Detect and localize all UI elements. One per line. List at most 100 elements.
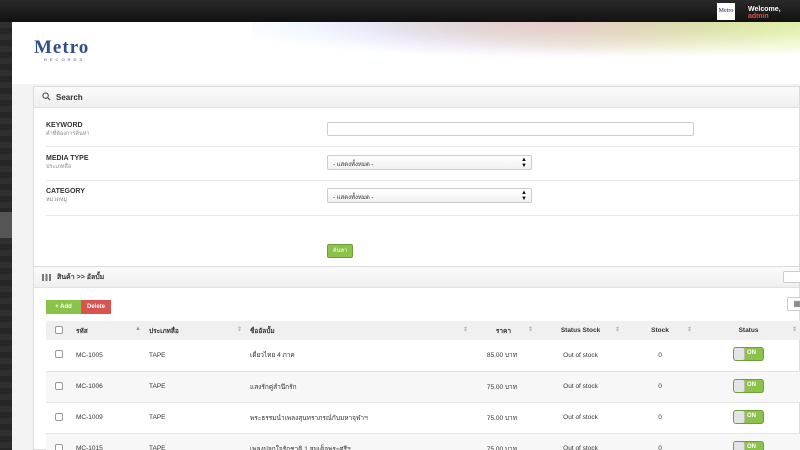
sort-asc-icon: ▲ — [135, 326, 141, 332]
media-type-label: MEDIA TYPE — [46, 155, 89, 162]
row-checkbox[interactable] — [55, 350, 63, 359]
cell-album: แสงรักคู่สำนึกรัก — [250, 383, 297, 391]
table-row[interactable]: MC-1015 TAPE เพลงปลุกใจรักชาติ 1 สมเด็จพ… — [46, 433, 800, 450]
select-all-checkbox[interactable] — [55, 325, 63, 334]
table-row[interactable]: MC-1009 TAPE พระธรรมนำเพลงสุนทราภรณ์กับม… — [46, 402, 800, 433]
add-label: Add — [60, 304, 72, 310]
sort-icon: ⇕ — [614, 327, 620, 333]
status-toggle[interactable]: ON — [733, 409, 764, 424]
status-toggle[interactable]: ON — [733, 347, 764, 362]
keyword-input[interactable] — [327, 122, 694, 136]
column-header-status[interactable]: Status ⇕ — [696, 321, 800, 340]
toggle-knob — [734, 410, 745, 423]
divider — [46, 146, 800, 147]
list-icon — [42, 268, 51, 286]
divider — [46, 180, 800, 181]
cell-code: MC-1009 — [76, 414, 103, 421]
cell-status-stock: Out of stock — [563, 383, 598, 390]
table-search-input[interactable] — [783, 271, 800, 283]
cell-code: MC-1015 — [76, 445, 103, 450]
table-row[interactable]: MC-1005 TAPE เดี่ยวไทย 4 ภาค 85.00 บาท O… — [46, 340, 800, 371]
media-type-select[interactable]: - แสดงทั้งหมด - ▲ ▼ — [327, 155, 532, 170]
select-arrows-icon: ▲ ▼ — [521, 190, 527, 202]
select-all-header — [46, 321, 72, 340]
plus-icon: + — [55, 304, 59, 310]
toggle-knob — [734, 379, 745, 392]
main-page: Metro RECORDS Search KEYWORD คำที่ต้องกา… — [12, 22, 800, 450]
cell-price: 75.00 บาท — [486, 383, 517, 391]
sort-icon: ⇕ — [791, 327, 797, 333]
category-sublabel: หมวดหมู่ — [46, 197, 68, 203]
top-bar: Metro Welcome, admin — [0, 0, 800, 22]
list-panel-header: สินค้า >> อัลบั้ม — [34, 267, 800, 288]
column-header-status-stock[interactable]: Status Stock ⇕ — [537, 321, 624, 340]
cell-album: เพลงปลุกใจรักชาติ 1 สมเด็จพระศรีฯ — [250, 445, 351, 450]
table-header-row: รหัส ▲ ประเภทสื่อ ⇕ ชื่ออัลบั้ม ⇕ ราคา ⇕ Sta… — [46, 321, 800, 340]
category-select[interactable]: - แสดงทั้งหมด - ▲ ▼ — [327, 188, 532, 203]
cell-media: TAPE — [149, 414, 166, 421]
search-panel-header: Search — [34, 87, 799, 108]
toggle-knob — [734, 441, 745, 450]
cell-status-stock: Out of stock — [563, 445, 598, 450]
cell-status-stock: Out of stock — [563, 351, 598, 359]
album-table: รหัส ▲ ประเภทสื่อ ⇕ ชื่ออัลบั้ม ⇕ ราคา ⇕ Sta… — [46, 321, 800, 450]
sort-icon: ⇕ — [686, 327, 692, 333]
welcome-label: Welcome, — [748, 6, 781, 13]
cell-stock: 0 — [658, 414, 662, 421]
list-title: สินค้า >> อัลบั้ม — [57, 273, 105, 281]
cell-album: เดี่ยวไทย 4 ภาค — [250, 352, 295, 360]
cell-price: 75.00 บาท — [486, 445, 517, 450]
header-decoration — [252, 22, 800, 67]
column-header-stock[interactable]: Stock ⇕ — [624, 321, 696, 340]
keyword-sublabel: คำที่ต้องการค้นหา — [46, 131, 90, 137]
brand-logo[interactable]: Metro RECORDS — [34, 37, 89, 62]
sort-icon: ⇕ — [236, 327, 242, 333]
cell-stock: 0 — [658, 445, 662, 450]
column-header-media[interactable]: ประเภทสื่อ ⇕ — [145, 321, 246, 340]
cell-media: TAPE — [149, 351, 166, 359]
search-icon — [42, 88, 51, 106]
cell-media: TAPE — [149, 445, 166, 450]
divider — [46, 215, 800, 216]
keyword-label: KEYWORD — [46, 122, 83, 129]
table-row[interactable]: MC-1006 TAPE แสงรักคู่สำนึกรัก 75.00 บาท… — [46, 371, 800, 402]
media-type-value: - แสดงทั้งหมด - — [333, 162, 374, 168]
search-title: Search — [56, 92, 83, 102]
sidebar-active-marker — [0, 212, 12, 238]
column-header-album[interactable]: ชื่ออัลบั้ม ⇕ — [246, 321, 472, 340]
cell-stock: 0 — [658, 383, 662, 390]
status-toggle[interactable]: ON — [733, 440, 764, 450]
media-type-sublabel: ประเภทสื่อ — [46, 164, 72, 170]
cell-status-stock: Out of stock — [563, 414, 598, 421]
add-button[interactable]: + Add — [46, 300, 81, 314]
row-checkbox[interactable] — [55, 381, 63, 390]
select-arrows-icon: ▲ ▼ — [521, 157, 527, 169]
left-sidebar-rail — [0, 22, 12, 450]
category-label: CATEGORY — [46, 188, 85, 195]
cell-stock: 0 — [658, 351, 662, 359]
search-button[interactable]: ค้นหา — [327, 244, 353, 258]
search-panel: Search KEYWORD คำที่ต้องการค้นหา MEDIA T… — [33, 86, 800, 278]
sort-icon: ⇕ — [527, 327, 533, 333]
column-toggle-icon[interactable]: ▦ — [787, 297, 800, 311]
row-checkbox[interactable] — [55, 412, 63, 421]
status-toggle[interactable]: ON — [733, 378, 764, 393]
row-checkbox[interactable] — [55, 443, 63, 450]
delete-button[interactable]: Delete — [81, 300, 111, 314]
column-header-price[interactable]: ราคา ⇕ — [472, 321, 537, 340]
category-value: - แสดงทั้งหมด - — [333, 195, 374, 201]
brand-sub: RECORDS — [44, 57, 86, 62]
cell-price: 85.00 บาท — [486, 352, 517, 360]
column-header-code[interactable]: รหัส ▲ — [72, 321, 145, 340]
album-list-panel: สินค้า >> อัลบั้ม + Add Delete ▦ รหัส ▲ ป… — [33, 266, 800, 450]
user-link[interactable]: admin — [748, 13, 769, 20]
brand-name: Metro — [34, 37, 90, 58]
cell-code: MC-1006 — [76, 383, 103, 390]
welcome-text: Welcome, admin — [748, 6, 800, 20]
cell-media: TAPE — [149, 383, 166, 390]
toggle-knob — [734, 348, 745, 361]
cell-price: 75.00 บาท — [486, 414, 517, 422]
cell-code: MC-1005 — [76, 351, 103, 359]
header-banner: Metro RECORDS — [12, 22, 800, 84]
cell-album: พระธรรมนำเพลงสุนทราภรณ์กับมหาจุฬาฯ — [250, 414, 368, 422]
